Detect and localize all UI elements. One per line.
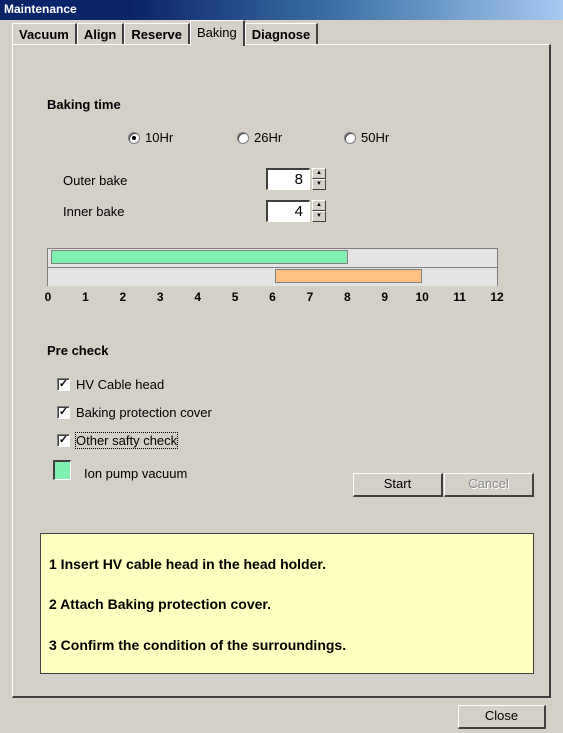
inner-bake-down-button[interactable]: ▼ — [312, 211, 326, 222]
close-button[interactable]: Close — [458, 705, 546, 729]
timeline-tick-label: 8 — [343, 290, 351, 304]
outer-bake-label: Outer bake — [63, 173, 128, 188]
timeline-tick-label: 9 — [381, 290, 389, 304]
start-button[interactable]: Start — [353, 473, 443, 497]
inner-bake-up-button[interactable]: ▲ — [312, 200, 326, 211]
checkbox-label: HV Cable head — [76, 377, 165, 392]
radio-label: 10Hr — [145, 130, 174, 145]
radio-26hr[interactable]: 26Hr — [237, 130, 282, 145]
timeline-tick-label: 10 — [415, 290, 429, 304]
tab-reserve[interactable]: Reserve — [124, 23, 190, 45]
timeline-tick-label: 1 — [82, 290, 89, 304]
outer-bake-field[interactable]: 8 — [266, 168, 310, 190]
timeline-tick-label: 7 — [306, 290, 314, 304]
timeline-tick-label: 2 — [119, 290, 127, 304]
title-bar[interactable]: Maintenance — [0, 0, 563, 20]
timeline-tick-label: 3 — [156, 290, 164, 304]
radio-50hr[interactable]: 50Hr — [344, 130, 389, 145]
checkbox: ✓ — [57, 434, 70, 447]
checkbox: ✓ — [57, 406, 70, 419]
outer-bake-track — [48, 249, 497, 267]
timeline-tick-label: 6 — [269, 290, 276, 304]
radio-indicator — [344, 131, 356, 144]
instruction-line: 2 Attach Baking protection cover. — [49, 596, 271, 612]
outer-bake-stepper: ▲ ▼ — [312, 168, 326, 190]
inner-bake-label: Inner bake — [63, 204, 125, 219]
inner-bake-field[interactable]: 4 — [266, 200, 310, 222]
timeline-tick-label: 5 — [231, 290, 239, 304]
check-hv-cable-head[interactable]: ✓ HV Cable head — [57, 377, 164, 392]
outer-bake-bar — [51, 250, 349, 264]
checkbox-label: Baking protection cover — [76, 405, 212, 420]
instructions-box: 1 Insert HV cable head in the head holde… — [40, 533, 534, 674]
timeline-tick-label: 0 — [44, 290, 52, 304]
checkbox-label: Other safty check — [74, 432, 179, 449]
radio-label: 26Hr — [254, 130, 283, 145]
inner-bake-track — [48, 267, 497, 286]
check-baking-protection-cover[interactable]: ✓ Baking protection cover — [57, 405, 212, 420]
timeline-tick-label: 12 — [490, 290, 504, 304]
maintenance-window: Maintenance Vacuum Align Reserve Baking … — [0, 0, 563, 733]
radio-indicator — [237, 131, 249, 144]
cancel-button[interactable]: Cancel — [444, 473, 534, 497]
instruction-line: 3 Confirm the condition of the surroundi… — [49, 637, 347, 653]
pre-check-title: Pre check — [47, 343, 109, 358]
timeline-tick-label: 4 — [194, 290, 201, 304]
inner-bake-stepper: ▲ ▼ — [312, 200, 326, 222]
radio-indicator — [128, 131, 140, 144]
checkbox: ✓ — [57, 378, 70, 391]
radio-label: 50Hr — [361, 130, 390, 145]
tab-baking[interactable]: Baking — [189, 20, 245, 46]
tab-diagnose[interactable]: Diagnose — [244, 23, 319, 45]
inner-bake-bar — [274, 269, 423, 283]
check-other-safety[interactable]: ✓ Other safty check — [57, 432, 179, 449]
baking-timeline — [47, 248, 498, 286]
ion-pump-label: Ion pump vacuum — [84, 466, 188, 481]
timeline-tick-label: 11 — [453, 290, 466, 304]
ion-pump-indicator — [53, 460, 71, 480]
radio-10hr[interactable]: 10Hr — [128, 130, 173, 145]
outer-bake-up-button[interactable]: ▲ — [312, 168, 326, 179]
instruction-line: 1 Insert HV cable head in the head holde… — [49, 556, 326, 572]
tab-vacuum[interactable]: Vacuum — [12, 23, 77, 45]
tab-align[interactable]: Align — [76, 23, 125, 45]
tab-strip: Vacuum Align Reserve Baking Diagnose — [12, 20, 319, 46]
outer-bake-down-button[interactable]: ▼ — [312, 179, 326, 190]
baking-time-title: Baking time — [47, 97, 121, 112]
window-title: Maintenance — [4, 2, 77, 16]
